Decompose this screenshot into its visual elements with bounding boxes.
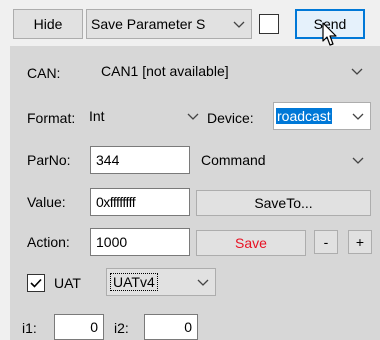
preset-select[interactable]: Save Parameter S [86, 9, 252, 39]
uat-label: UAT [54, 275, 81, 291]
format-label: Format: [27, 110, 76, 126]
value-input-value: 0xffffffff [96, 194, 136, 210]
chevron-down-icon [352, 113, 364, 120]
value-label: Value: [27, 194, 66, 210]
hide-button-label: Hide [33, 16, 63, 32]
i1-label: i1: [22, 320, 37, 336]
device-label: Device: [207, 110, 254, 126]
uat-version-select[interactable]: UATv4 [106, 268, 216, 296]
format-select[interactable]: Int [84, 102, 206, 130]
parno-input-value: 344 [96, 152, 120, 168]
can-select[interactable]: CAN1 [not available] [94, 57, 370, 85]
chevron-down-icon [233, 21, 245, 28]
chevron-down-icon [352, 157, 364, 164]
parno-label: ParNo: [27, 152, 71, 168]
hide-button[interactable]: Hide [13, 9, 83, 39]
uat-checkbox[interactable] [27, 274, 45, 292]
chevron-down-icon [351, 68, 363, 75]
save-button-label: Save [235, 235, 267, 251]
decrement-button[interactable]: - [314, 230, 338, 254]
i1-input-value: 0 [90, 319, 98, 335]
parno-input[interactable]: 344 [90, 146, 190, 174]
save-button[interactable]: Save [196, 230, 306, 256]
action-label: Action: [27, 234, 70, 250]
check-icon [30, 278, 42, 288]
can-select-value: CAN1 [not available] [101, 63, 229, 79]
uat-version-value: UATv4 [110, 273, 158, 291]
chevron-down-icon [197, 279, 209, 286]
increment-button[interactable]: + [348, 230, 372, 254]
parno-mode-select[interactable]: Command [196, 146, 371, 174]
i1-input[interactable]: 0 [54, 314, 104, 340]
toolbar-checkbox[interactable] [259, 14, 279, 34]
mouse-pointer-icon [322, 22, 337, 46]
action-input[interactable]: 1000 [90, 228, 190, 256]
i2-input-value: 0 [184, 319, 192, 335]
device-select[interactable]: roadcast [273, 102, 371, 130]
action-input-value: 1000 [96, 234, 128, 250]
i2-label: i2: [114, 320, 129, 336]
parameter-panel: CAN: CAN1 [not available] Format: Int De… [10, 46, 380, 340]
can-label: CAN: [27, 65, 61, 81]
saveto-button-label: SaveTo... [254, 195, 313, 211]
format-select-value: Int [89, 108, 105, 124]
increment-button-label: + [355, 234, 365, 250]
device-select-value: roadcast [276, 108, 332, 124]
i2-input[interactable]: 0 [144, 314, 198, 340]
saveto-button[interactable]: SaveTo... [196, 190, 371, 216]
preset-select-value: Save Parameter S [91, 16, 206, 32]
decrement-button-label: - [323, 234, 329, 250]
value-input[interactable]: 0xffffffff [90, 188, 190, 216]
chevron-down-icon [187, 113, 199, 120]
parno-mode-value: Command [201, 152, 266, 168]
toolbar: Hide Save Parameter S Send [0, 0, 380, 46]
